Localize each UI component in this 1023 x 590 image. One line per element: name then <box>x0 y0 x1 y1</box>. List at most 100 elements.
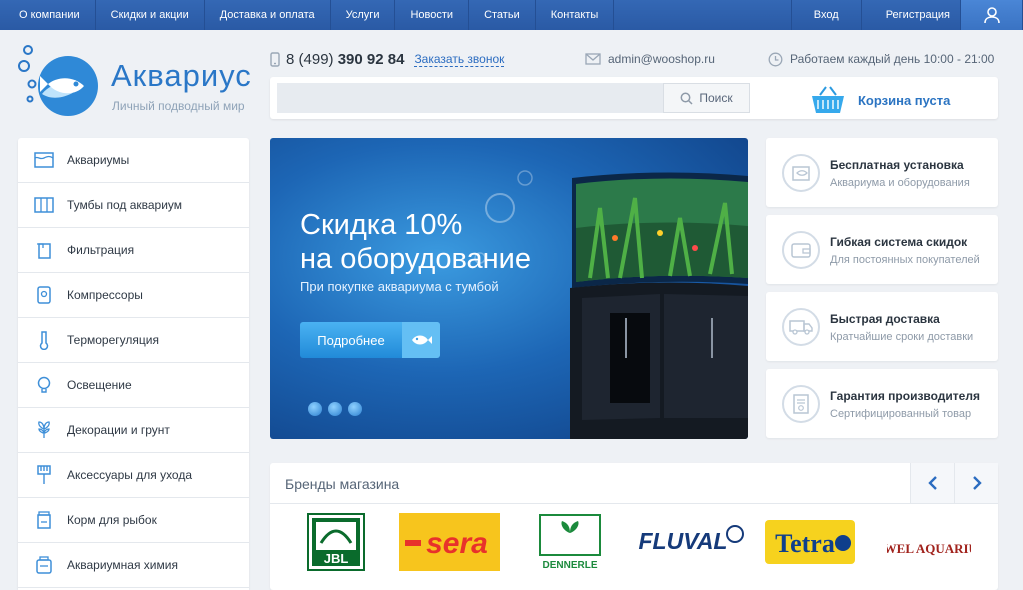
sidebar-item-thermoregulation[interactable]: Терморегуляция <box>18 318 249 363</box>
feature-subtitle: Сертифицированный товар <box>830 408 972 420</box>
nav-link-delivery[interactable]: Доставка и оплата <box>205 0 331 30</box>
sidebar-item-label: Фильтрация <box>67 243 135 257</box>
login-link[interactable]: Вход <box>792 0 862 30</box>
brands-title: Бренды магазина <box>285 476 400 492</box>
sidebar-item-decorations[interactable]: Декорации и грунт <box>18 408 249 453</box>
email-address[interactable]: admin@wooshop.ru <box>608 52 715 66</box>
aquarium-icon <box>34 150 54 170</box>
top-navigation: О компании Скидки и акции Доставка и опл… <box>0 0 1023 30</box>
sidebar-item-label: Корм для рыбок <box>67 513 157 527</box>
sidebar-item-fish-food[interactable]: Корм для рыбок <box>18 498 249 543</box>
sidebar-item-compressors[interactable]: Компрессоры <box>18 273 249 318</box>
thermometer-icon <box>34 330 54 350</box>
banner-dot-2[interactable] <box>328 402 342 416</box>
banner-more-button[interactable]: Подробнее <box>300 322 440 358</box>
truck-icon <box>782 308 820 346</box>
brand-jbl-text: JBL <box>324 551 349 566</box>
brand-tetra-text: Tetra <box>775 529 835 558</box>
sidebar-item-label: Аквариумы <box>67 153 130 167</box>
brush-icon <box>34 465 54 485</box>
banner-title-line1: Скидка 10% <box>300 209 463 241</box>
brand-logo-fluval[interactable]: FLUVAL <box>635 513 745 571</box>
chemistry-icon <box>34 555 54 575</box>
brands-section: Бренды магазина JBL sera DENNERLE FLUVAL… <box>270 463 998 590</box>
aquarium-icon <box>782 154 820 192</box>
sidebar-item-aquariums[interactable]: Аквариумы <box>18 138 249 183</box>
search-button[interactable]: Поиск <box>663 83 750 113</box>
logo-tagline: Личный подводный мир <box>112 99 245 113</box>
nav-spacer <box>614 0 792 30</box>
nav-link-articles[interactable]: Статьи <box>469 0 536 30</box>
filter-icon <box>34 240 54 260</box>
sidebar-item-chemistry[interactable]: Аквариумная химия <box>18 543 249 588</box>
nav-link-contacts[interactable]: Контакты <box>536 0 615 30</box>
brand-dennerle-text: DENNERLE <box>542 560 597 571</box>
brand-logo-juwel[interactable]: JUWEL AQUARIUM <box>887 513 971 571</box>
chevron-left-icon <box>927 476 937 490</box>
cabinet-icon <box>34 195 54 215</box>
banner-pagination <box>308 402 362 416</box>
feature-subtitle: Аквариума и оборудования <box>830 177 970 189</box>
sidebar-item-label: Терморегуляция <box>67 333 159 347</box>
sidebar-item-label: Аквариумная химия <box>67 558 178 572</box>
hours-block: Работаем каждый день 10:00 - 21:00 <box>768 50 994 68</box>
site-logo[interactable]: Аквариус Личный подводный мир <box>18 44 258 119</box>
brands-prev-button[interactable] <box>910 463 954 503</box>
sidebar-item-lighting[interactable]: Освещение <box>18 363 249 408</box>
nav-link-about[interactable]: О компании <box>0 0 96 30</box>
certificate-icon <box>782 385 820 423</box>
search-input[interactable] <box>277 83 663 113</box>
brand-logo-tetra[interactable]: Tetra <box>765 513 855 571</box>
phone-prefix: 8 (499) <box>286 50 334 68</box>
logo-name: Аквариус <box>111 58 252 93</box>
banner-subtitle: При покупке аквариума с тумбой <box>300 279 499 294</box>
feature-subtitle: Для постоянных покупателей <box>830 254 980 266</box>
nav-link-services[interactable]: Услуги <box>331 0 396 30</box>
nav-link-discounts[interactable]: Скидки и акции <box>96 0 205 30</box>
brand-logo-dennerle[interactable]: DENNERLE <box>537 513 603 571</box>
feature-delivery[interactable]: Быстрая доставка Кратчайшие сроки достав… <box>766 292 998 361</box>
feature-title: Быстрая доставка <box>830 312 940 326</box>
lightbulb-icon <box>34 375 54 395</box>
user-icon[interactable] <box>961 0 1023 30</box>
sidebar-item-cabinets[interactable]: Тумбы под аквариум <box>18 183 249 228</box>
sidebar-item-filtration[interactable]: Фильтрация <box>18 228 249 273</box>
email-block: admin@wooshop.ru <box>585 50 715 68</box>
feature-free-installation[interactable]: Бесплатная установка Аквариума и оборудо… <box>766 138 998 207</box>
brand-juwel-text: JUWEL AQUARIUM <box>887 541 971 556</box>
nav-link-news[interactable]: Новости <box>395 0 470 30</box>
chevron-right-icon <box>972 476 982 490</box>
brand-fluval-text: FLUVAL <box>638 528 727 554</box>
clock-icon <box>768 52 783 66</box>
feature-title: Гибкая система скидок <box>830 235 968 249</box>
feature-subtitle: Кратчайшие сроки доставки <box>830 331 974 343</box>
basket-icon <box>812 86 844 113</box>
banner-dot-1[interactable] <box>308 402 322 416</box>
phone-block: 8 (499) 390 92 84 Заказать звонок <box>270 50 505 68</box>
cart-label: Корзина пуста <box>858 92 951 108</box>
catalog-sidebar: Аквариумы Тумбы под аквариум Фильтрация … <box>18 138 249 590</box>
banner-button-label: Подробнее <box>317 332 385 348</box>
feature-discounts[interactable]: Гибкая система скидок Для постоянных пок… <box>766 215 998 284</box>
search-icon <box>680 92 693 105</box>
sidebar-item-label: Аксессуары для ухода <box>67 468 193 482</box>
callback-link[interactable]: Заказать звонок <box>414 52 505 67</box>
search-bar: Поиск Корзина пуста <box>270 77 998 119</box>
working-hours: Работаем каждый день 10:00 - 21:00 <box>790 52 995 66</box>
cart-widget[interactable]: Корзина пуста <box>810 85 950 115</box>
plant-icon <box>34 420 54 440</box>
brands-next-button[interactable] <box>954 463 998 503</box>
sidebar-item-label: Тумбы под аквариум <box>67 198 183 212</box>
banner-dot-3[interactable] <box>348 402 362 416</box>
feature-title: Гарантия производителя <box>830 389 980 403</box>
feature-warranty[interactable]: Гарантия производителя Сертифицированный… <box>766 369 998 438</box>
feature-title: Бесплатная установка <box>830 158 964 172</box>
sidebar-item-accessories[interactable]: Аксессуары для ухода <box>18 453 249 498</box>
register-link[interactable]: Регистрация <box>862 0 961 30</box>
phone-main: 390 92 84 <box>337 50 405 68</box>
brand-logo-sera[interactable]: sera <box>399 513 500 571</box>
brand-logo-jbl[interactable]: JBL <box>307 513 365 571</box>
promo-banner[interactable]: Скидка 10% на оборудование При покупке ак… <box>270 138 748 439</box>
phone-number[interactable]: 8 (499) 390 92 84 <box>286 51 404 68</box>
compressor-icon <box>34 285 54 305</box>
